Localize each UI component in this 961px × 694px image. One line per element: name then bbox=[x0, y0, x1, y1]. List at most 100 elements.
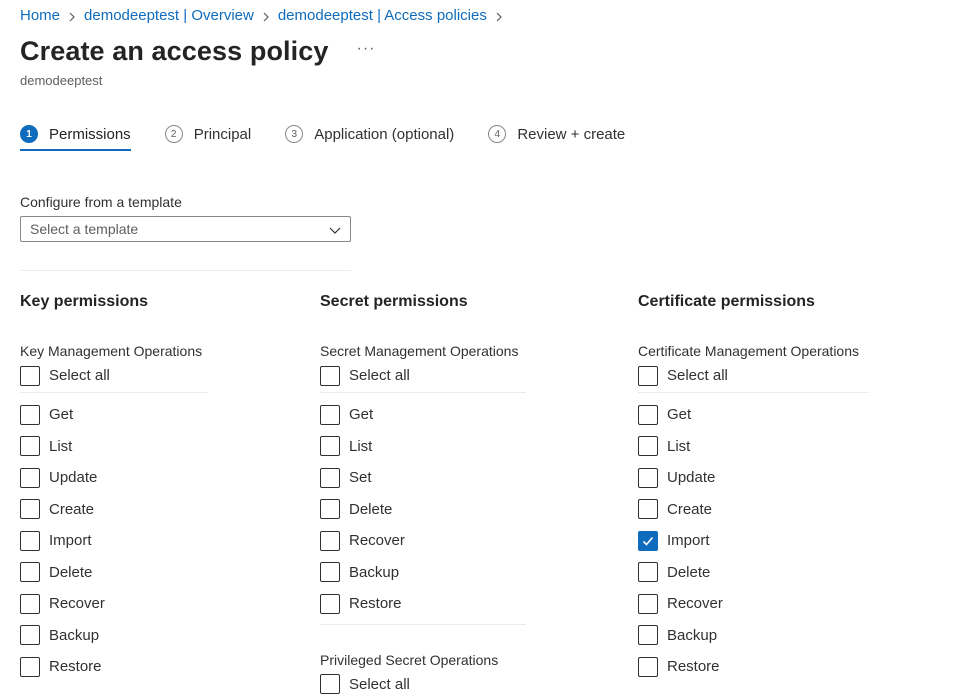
checkbox-label: Restore bbox=[667, 658, 720, 676]
checkbox[interactable] bbox=[638, 404, 658, 425]
checkbox-label: Update bbox=[667, 469, 716, 487]
checkbox[interactable] bbox=[20, 656, 40, 677]
checkbox[interactable] bbox=[320, 593, 340, 614]
permission-checkbox-delete[interactable]: Delete bbox=[638, 557, 869, 589]
permission-checkbox-set[interactable]: Set bbox=[320, 462, 526, 494]
permission-checkbox-get[interactable]: Get bbox=[638, 399, 869, 431]
permission-checkbox-recover[interactable]: Recover bbox=[638, 588, 869, 620]
permission-checkbox-backup[interactable]: Backup bbox=[20, 620, 208, 652]
breadcrumb-overview[interactable]: demodeeptest | Overview bbox=[84, 7, 254, 24]
checkbox[interactable] bbox=[320, 467, 340, 488]
breadcrumb-access-policies[interactable]: demodeeptest | Access policies bbox=[278, 7, 487, 24]
checkbox[interactable] bbox=[320, 530, 340, 551]
permission-checkbox-create[interactable]: Create bbox=[20, 494, 208, 526]
checkbox[interactable] bbox=[638, 625, 658, 646]
checkbox[interactable] bbox=[638, 530, 658, 551]
checkbox[interactable] bbox=[20, 436, 40, 457]
checkbox[interactable] bbox=[638, 436, 658, 457]
certificate-select-all[interactable]: Select all bbox=[638, 363, 869, 388]
key-permission-list: Get List Update Create Import Delete Recover Ba… bbox=[20, 399, 208, 683]
permission-checkbox-list[interactable]: List bbox=[638, 431, 869, 463]
checkbox[interactable] bbox=[638, 593, 658, 614]
checkbox[interactable] bbox=[638, 499, 658, 520]
checkbox-label: Select all bbox=[349, 367, 410, 384]
checkbox[interactable] bbox=[638, 562, 658, 583]
checkbox-label: Update bbox=[49, 469, 98, 487]
chevron-right-icon bbox=[65, 10, 79, 24]
permission-checkbox-restore[interactable]: Restore bbox=[20, 651, 208, 683]
more-horizontal-icon[interactable]: ··· bbox=[356, 40, 375, 58]
checkbox-label: Get bbox=[349, 406, 374, 424]
permission-checkbox-update[interactable]: Update bbox=[20, 462, 208, 494]
checkbox[interactable] bbox=[638, 467, 658, 488]
checkbox[interactable] bbox=[20, 404, 40, 425]
permission-checkbox-import[interactable]: Import bbox=[638, 525, 869, 557]
wizard-tabs: 1 Permissions 2 Principal 3 Application … bbox=[20, 118, 659, 151]
permission-checkbox-restore[interactable]: Restore bbox=[320, 588, 526, 620]
checkbox-label: Backup bbox=[667, 626, 718, 644]
checkbox[interactable] bbox=[20, 467, 40, 488]
checkbox[interactable] bbox=[20, 625, 40, 646]
permission-checkbox-delete[interactable]: Delete bbox=[20, 557, 208, 589]
checkbox-label: Select all bbox=[49, 367, 110, 384]
step-number: 3 bbox=[285, 125, 304, 143]
checkbox-label: Get bbox=[667, 406, 692, 424]
certificate-management-operations-title: Certificate Management Operations bbox=[638, 343, 859, 359]
checkbox[interactable] bbox=[20, 365, 40, 386]
checkbox[interactable] bbox=[638, 656, 658, 677]
checkbox-label: Recover bbox=[349, 532, 405, 550]
permission-checkbox-recover[interactable]: Recover bbox=[320, 525, 526, 557]
page-subtitle: demodeeptest bbox=[20, 73, 103, 88]
checkbox[interactable] bbox=[320, 562, 340, 583]
permission-checkbox-get[interactable]: Get bbox=[320, 399, 526, 431]
permission-checkbox-list[interactable]: List bbox=[20, 431, 208, 463]
checkbox[interactable] bbox=[320, 436, 340, 457]
checkmark-icon bbox=[642, 536, 654, 546]
step-number: 4 bbox=[488, 125, 507, 143]
permission-checkbox-restore[interactable]: Restore bbox=[638, 651, 869, 683]
template-dropdown[interactable]: Select a template bbox=[20, 216, 351, 242]
checkbox-label: Create bbox=[667, 500, 713, 518]
permission-checkbox-update[interactable]: Update bbox=[638, 462, 869, 494]
checkbox[interactable] bbox=[320, 674, 340, 694]
secret-management-operations-title: Secret Management Operations bbox=[320, 343, 519, 359]
separator bbox=[320, 623, 526, 625]
secret-permissions-section: Secret permissions Secret Management Ope… bbox=[320, 292, 526, 694]
tab-permissions[interactable]: 1 Permissions bbox=[20, 118, 131, 151]
breadcrumb-home[interactable]: Home bbox=[20, 7, 60, 24]
permission-checkbox-create[interactable]: Create bbox=[638, 494, 869, 526]
checkbox-label: Create bbox=[49, 500, 95, 518]
tab-review-create[interactable]: 4 Review + create bbox=[488, 118, 625, 150]
checkbox[interactable] bbox=[20, 499, 40, 520]
checkbox[interactable] bbox=[20, 593, 40, 614]
checkbox-label: List bbox=[667, 437, 691, 455]
tab-application[interactable]: 3 Application (optional) bbox=[285, 118, 454, 150]
checkbox-label: Restore bbox=[349, 595, 402, 613]
template-placeholder: Select a template bbox=[30, 221, 139, 237]
permission-checkbox-import[interactable]: Import bbox=[20, 525, 208, 557]
certificate-permission-list: Get List Update Create Import Delete Recover Ba… bbox=[638, 399, 869, 683]
certificate-permissions-title: Certificate permissions bbox=[638, 293, 815, 310]
checkbox[interactable] bbox=[638, 365, 658, 386]
permission-checkbox-delete[interactable]: Delete bbox=[320, 494, 526, 526]
tab-label: Principal bbox=[193, 125, 252, 143]
privileged-secret-operations-title: Privileged Secret Operations bbox=[320, 651, 499, 668]
permission-checkbox-recover[interactable]: Recover bbox=[20, 588, 208, 620]
create-access-policy-page: Home demodeeptest | Overview demodeeptes… bbox=[0, 0, 961, 694]
checkbox[interactable] bbox=[320, 499, 340, 520]
checkbox[interactable] bbox=[20, 562, 40, 583]
checkbox[interactable] bbox=[20, 530, 40, 551]
permission-checkbox-list[interactable]: List bbox=[320, 431, 526, 463]
checkbox[interactable] bbox=[320, 404, 340, 425]
checkbox-label: Get bbox=[49, 406, 74, 424]
tab-principal[interactable]: 2 Principal bbox=[164, 118, 252, 150]
key-select-all[interactable]: Select all bbox=[20, 363, 208, 388]
separator bbox=[638, 392, 869, 393]
certificate-permissions-section: Certificate permissions Certificate Mana… bbox=[638, 292, 869, 683]
permission-checkbox-backup[interactable]: Backup bbox=[638, 620, 869, 652]
permission-checkbox-get[interactable]: Get bbox=[20, 399, 208, 431]
permission-checkbox-backup[interactable]: Backup bbox=[320, 557, 526, 589]
secret-select-all[interactable]: Select all bbox=[320, 363, 526, 388]
checkbox[interactable] bbox=[320, 365, 340, 386]
privileged-secret-select-all[interactable]: Select all bbox=[320, 672, 526, 694]
